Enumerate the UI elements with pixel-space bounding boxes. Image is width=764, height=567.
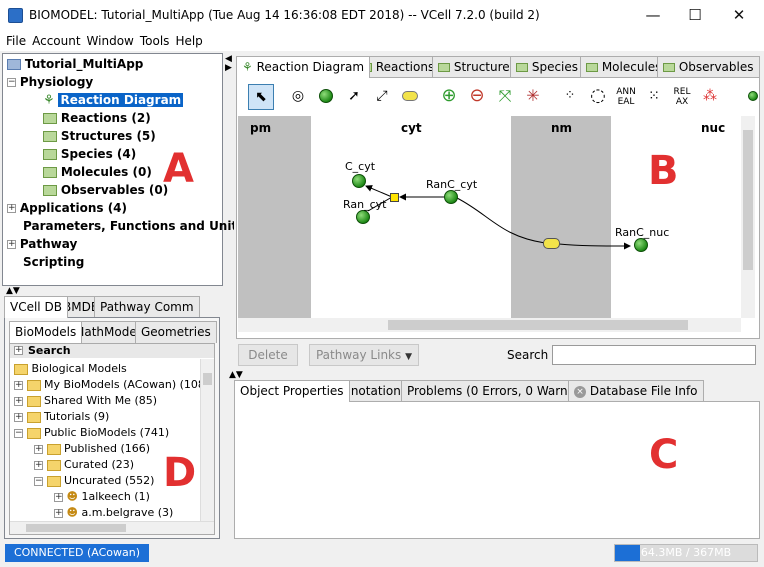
pathway-links-button[interactable]: Pathway Links ▼ (309, 344, 419, 366)
close-icon[interactable]: × (574, 385, 586, 398)
tab-database-file-info[interactable]: × Database File Info (568, 380, 704, 402)
splitter-arrows-icon[interactable]: ▲▼ (229, 370, 762, 380)
search-input[interactable] (552, 345, 756, 365)
species-label: Ran_cyt (343, 198, 387, 211)
species-label: RanC_cyt (426, 178, 478, 191)
vertical-scrollbar[interactable] (741, 116, 755, 318)
panel-label-b: B (648, 148, 679, 194)
memory-bar: 64.3MB / 367MB (614, 544, 758, 562)
species-label: C_cyt (345, 160, 376, 173)
flux-node[interactable] (543, 238, 560, 249)
species-node[interactable] (352, 174, 366, 188)
properties-panel: C (234, 401, 760, 539)
tab-object-properties[interactable]: Object Properties (234, 380, 350, 402)
reaction-node[interactable] (390, 193, 399, 202)
status-bar: CONNECTED (ACowan) 64.3MB / 367MB (0, 541, 764, 567)
panel-label-c: C (649, 432, 679, 478)
horizontal-scrollbar[interactable] (238, 318, 741, 332)
delete-button[interactable]: Delete (238, 344, 298, 366)
chevron-down-icon: ▼ (405, 352, 413, 362)
tab-reaction-diagram[interactable]: ⚘ Reaction Diagram (236, 56, 371, 78)
scrollbar-thumb[interactable] (743, 130, 753, 270)
search-label: Search (507, 348, 549, 362)
diagram-icon: ⚘ (242, 60, 253, 74)
species-node[interactable] (634, 238, 648, 252)
species-node[interactable] (444, 190, 458, 204)
memory-label: 64.3MB / 367MB (640, 546, 732, 559)
tab-vcell-db[interactable]: VCell DB (4, 296, 68, 318)
species-node[interactable] (356, 210, 370, 224)
tab-biomodels[interactable]: BioModels (9, 321, 83, 343)
scrollbar-thumb[interactable] (388, 320, 688, 330)
species-label: RanC_nuc (615, 226, 670, 239)
connection-status: CONNECTED (ACowan) (5, 544, 149, 562)
